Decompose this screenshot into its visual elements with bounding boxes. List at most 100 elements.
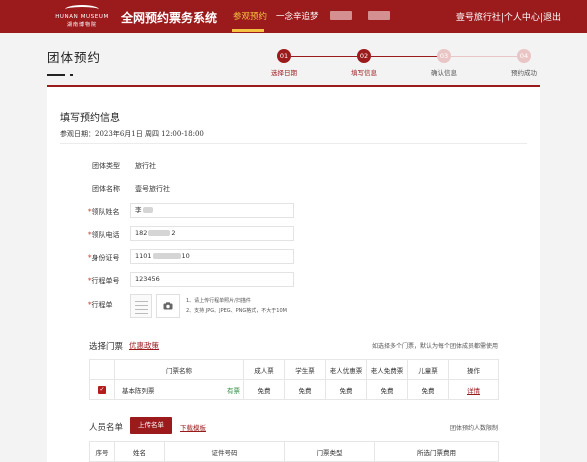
itinerary-label-text: 行程单 (91, 301, 113, 309)
itinerary-number-input[interactable]: 123456 (130, 272, 294, 287)
id-prefix: 1101 (135, 252, 152, 260)
column-header: 序号 (89, 441, 115, 462)
redacted-nav-item (330, 11, 352, 20)
nav-item-visit-booking[interactable]: 参观预约 (233, 10, 267, 22)
personnel-table: 序号 姓名 证件号码 门票类型 所选门票费用 (89, 441, 499, 462)
upload-tip-2: 2、支持 JPG、JPEG、PNG格式，不大于10M (186, 308, 287, 314)
leader-phone-input[interactable]: 182 2 (130, 226, 294, 241)
group-type-value: 旅行社 (135, 162, 156, 170)
column-header: 老人免费票 (366, 359, 408, 380)
details-cell: 详情 (448, 379, 499, 400)
child-price: 免费 (407, 379, 449, 400)
user-center-link[interactable]: 个人中心 (504, 13, 540, 23)
nav-item-xinzhui-dream[interactable]: 一念辛追梦 (276, 10, 319, 22)
ticket-name: 基本陈列票 (122, 386, 155, 395)
column-header: 成人票 (243, 359, 285, 380)
divider (60, 143, 527, 144)
group-size-limit-hint: 团体预约人数限制 (449, 425, 498, 432)
step-4-label: 预约成功 (511, 69, 537, 77)
column-header (89, 359, 115, 380)
logout-link[interactable]: 退出 (543, 13, 561, 23)
table-row: ✓ 基本陈列票 有票 免费 免费 免费 免费 免费 详情 (89, 379, 499, 400)
column-header: 姓名 (114, 441, 165, 462)
top-navigation-bar: HUNAN MUSEUM 湖南博物院 全网预约票务系统 参观预约 一念辛追梦 壹… (0, 0, 587, 33)
thumbnail-line (135, 301, 148, 302)
step-1-circle: 01 (277, 49, 291, 63)
id-number-input[interactable]: 1101 10 (130, 249, 294, 264)
elder-discount-price: 免费 (325, 379, 367, 400)
phone-prefix: 182 (135, 229, 148, 237)
column-header: 老人优惠票 (325, 359, 367, 380)
table-header-row: 序号 姓名 证件号码 门票类型 所选门票费用 (89, 441, 499, 462)
redacted-nav-item (368, 11, 390, 20)
thumbnail-line (135, 313, 148, 314)
leader-name-value: 李 (135, 206, 142, 214)
ticket-selection-hint: 如选择多个门票，默认为每个团体成员都需使用 (371, 343, 498, 350)
personnel-list-label: 人员名单 (89, 423, 124, 433)
step-4-circle: 04 (517, 49, 531, 63)
camera-icon (163, 302, 173, 310)
site-title: 全网预约票务系统 (121, 11, 218, 25)
nav-active-indicator (232, 29, 264, 32)
download-template-link[interactable]: 下载模板 (180, 422, 206, 432)
leader-phone-label-text: 领队电话 (91, 231, 120, 239)
ticket-table: 门票名称 成人票 学生票 老人优惠票 老人免费票 儿童票 操作 ✓ 基本陈列票 … (89, 359, 499, 400)
page-title: 团体预约 (47, 50, 102, 65)
group-type-label: 团体类型 (92, 162, 120, 170)
itinerary-thumbnail[interactable] (130, 294, 152, 318)
group-name-value: 壹号旅行社 (135, 185, 170, 193)
thumbnail-line (135, 309, 148, 310)
group-name-label: 团体名称 (92, 185, 120, 193)
column-header: 所选门票费用 (374, 441, 499, 462)
redacted-text (148, 230, 171, 236)
upload-tip-1: 1、请上传行程单照片/扫描件 (186, 298, 251, 304)
student-price: 免费 (284, 379, 326, 400)
id-number-label-text: 身份证号 (91, 254, 120, 262)
title-underline-dot (70, 74, 73, 76)
itinerary-upload-button[interactable] (156, 294, 180, 318)
ticket-availability: 有票 (227, 386, 240, 395)
leader-name-label-text: 领队姓名 (91, 208, 120, 216)
column-header: 门票类型 (284, 441, 375, 462)
visit-date: 参观日期：2023年6月1日 周四 12:00-18:00 (60, 130, 204, 138)
ticket-name-cell: 基本陈列票 有票 (114, 379, 244, 400)
form-title: 填写预约信息 (60, 113, 120, 124)
itinerary-number-label-text: 行程单号 (91, 277, 120, 285)
elder-free-price: 免费 (366, 379, 408, 400)
select-tickets-label: 选择门票 (89, 342, 124, 352)
step-2-label: 填写信息 (351, 69, 377, 77)
step-3-circle: 03 (437, 49, 451, 63)
redacted-text (152, 253, 181, 259)
museum-logo[interactable]: HUNAN MUSEUM 湖南博物院 (47, 5, 117, 29)
column-header: 儿童票 (407, 359, 449, 380)
step-connector (291, 56, 357, 57)
logo-chinese-text: 湖南博物院 (66, 22, 97, 28)
checkbox-checked-icon[interactable]: ✓ (98, 386, 106, 394)
logo-arc-icon (65, 5, 99, 14)
leader-name-label: *领队姓名 (88, 207, 120, 217)
title-underline (47, 74, 65, 76)
adult-price: 免费 (243, 379, 285, 400)
column-header: 操作 (448, 359, 499, 380)
step-2-circle: 02 (357, 49, 371, 63)
user-menu: 壹号旅行社|个人中心|退出 (456, 10, 561, 23)
user-name-link[interactable]: 壹号旅行社 (456, 13, 501, 23)
step-connector (371, 56, 439, 57)
ticket-details-link[interactable]: 详情 (467, 387, 480, 395)
thumbnail-line (135, 305, 148, 306)
id-number-label: *身份证号 (88, 253, 120, 263)
itinerary-number-label: *行程单号 (88, 276, 120, 286)
step-connector (451, 56, 517, 57)
step-1-label: 选择日期 (271, 69, 297, 77)
column-header: 学生票 (284, 359, 326, 380)
upload-list-button[interactable]: 上传名单 (130, 417, 172, 434)
step-3-label: 确认信息 (431, 69, 457, 77)
itinerary-label: *行程单 (88, 300, 113, 310)
discount-policy-link[interactable]: 优惠政策 (129, 340, 159, 351)
logo-english-text: HUNAN MUSEUM (55, 14, 109, 20)
ticket-checkbox-cell[interactable]: ✓ (89, 379, 115, 400)
redacted-text (142, 207, 153, 213)
column-header: 证件号码 (164, 441, 285, 462)
column-header: 门票名称 (114, 359, 244, 380)
leader-name-input[interactable]: 李 (130, 203, 294, 218)
